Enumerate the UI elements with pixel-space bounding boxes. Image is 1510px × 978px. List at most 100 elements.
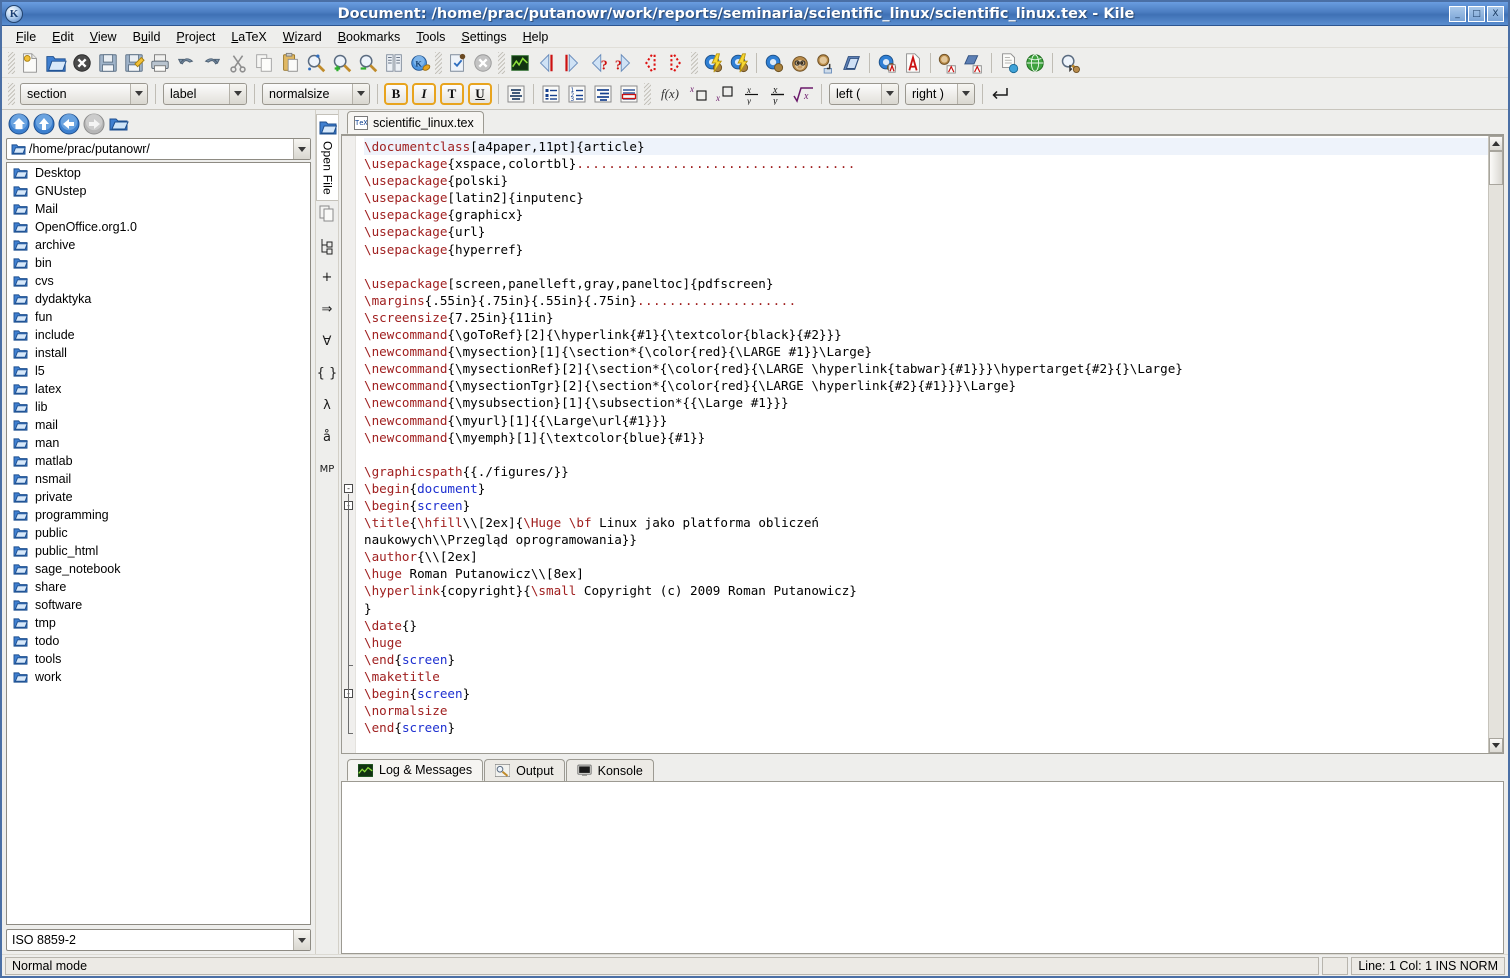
kile-wizard-icon[interactable]: K (407, 50, 433, 76)
previous-error-icon[interactable] (533, 50, 559, 76)
next-badbox-icon[interactable] (663, 50, 689, 76)
latex-icon[interactable] (761, 50, 787, 76)
fontsize-combo[interactable]: normalsize (262, 82, 370, 105)
folder-list-item[interactable]: lib (7, 398, 310, 416)
underline-button[interactable]: U (468, 82, 492, 105)
menu-wizard[interactable]: Wizard (275, 28, 330, 46)
folder-list-item[interactable]: man (7, 434, 310, 452)
right-delimiter-combo[interactable]: right ) (905, 82, 975, 105)
folder-list-item[interactable]: programming (7, 506, 310, 524)
enumerate-button[interactable]: 123 (564, 81, 590, 107)
undo-icon[interactable] (173, 50, 199, 76)
menu-view[interactable]: View (82, 28, 125, 46)
itemize-button[interactable] (538, 81, 564, 107)
ps-to-pdf-icon[interactable] (961, 50, 987, 76)
output-content[interactable] (341, 782, 1504, 954)
menu-file[interactable]: File (8, 28, 44, 46)
menu-project[interactable]: Project (168, 28, 223, 46)
folder-list-item[interactable]: bin (7, 254, 310, 272)
encoding-combo[interactable]: ISO 8859-2 (6, 929, 311, 951)
previous-warning-icon[interactable]: ? (585, 50, 611, 76)
folder-list-item[interactable]: dydaktyka (7, 290, 310, 308)
toolbar-grip[interactable] (691, 51, 698, 74)
subscript-button[interactable]: x (713, 81, 739, 107)
cut-icon[interactable] (225, 50, 251, 76)
menu-edit[interactable]: Edit (44, 28, 82, 46)
next-warning-icon[interactable]: ? (611, 50, 637, 76)
menu-settings[interactable]: Settings (453, 28, 514, 46)
folder-list-item[interactable]: install (7, 344, 310, 362)
menu-bookmarks[interactable]: Bookmarks (330, 28, 409, 46)
folder-list-item[interactable]: sage_notebook (7, 560, 310, 578)
folder-list-item[interactable]: tools (7, 650, 310, 668)
dvi-to-pdf-icon[interactable] (935, 50, 961, 76)
chevron-down-icon[interactable] (293, 139, 310, 159)
ps-viewer-icon[interactable] (839, 50, 865, 76)
document-tab[interactable]: TeX scientific_linux.tex (347, 111, 484, 134)
chevron-down-icon[interactable] (293, 930, 310, 950)
sidebar-tab-files[interactable] (316, 201, 338, 227)
next-error-icon[interactable] (559, 50, 585, 76)
paste-icon[interactable] (277, 50, 303, 76)
folder-list-item[interactable]: Desktop (7, 164, 310, 182)
center-align-button[interactable] (503, 81, 529, 107)
fraction-dfrac-button[interactable]: x y (739, 81, 765, 107)
folder-list-item[interactable]: todo (7, 632, 310, 650)
typewriter-button[interactable]: T (440, 82, 464, 105)
folder-list-item[interactable]: work (7, 668, 310, 686)
menu-build[interactable]: Build (125, 28, 169, 46)
folder-list-item[interactable]: fun (7, 308, 310, 326)
pdf-viewer-icon[interactable] (900, 50, 926, 76)
forward-search-icon[interactable] (1057, 50, 1083, 76)
toolbar-grip[interactable] (498, 51, 505, 74)
sidebar-tab-metapost[interactable]: MP (316, 457, 338, 483)
sidebar-tab-symbols-delimiters[interactable]: { } (316, 361, 338, 387)
folder-list-item[interactable]: mail (7, 416, 310, 434)
open-file-icon[interactable] (43, 50, 69, 76)
folder-list-item[interactable]: OpenOffice.org1.0 (7, 218, 310, 236)
toolbar-grip[interactable] (644, 82, 651, 105)
print-icon[interactable] (147, 50, 173, 76)
sidebar-tab-symbols-relation[interactable]: + (316, 265, 338, 291)
editor-vertical-scrollbar[interactable] (1488, 136, 1503, 753)
folder-list-item[interactable]: software (7, 596, 310, 614)
tab-konsole[interactable]: Konsole (565, 759, 654, 781)
folder-list-item[interactable]: share (7, 578, 310, 596)
save-icon[interactable] (95, 50, 121, 76)
stop-icon[interactable] (470, 50, 496, 76)
sidebar-tab-symbols-special[interactable]: å (316, 425, 338, 451)
maximize-button[interactable]: □ (1468, 5, 1485, 22)
scroll-track[interactable] (1489, 151, 1503, 738)
latex-quick-icon[interactable] (700, 50, 726, 76)
folding-margin[interactable]: --- (342, 136, 356, 753)
sqrt-button[interactable]: x (791, 81, 817, 107)
menu-tools[interactable]: Tools (408, 28, 453, 46)
log-chart-icon[interactable] (507, 50, 533, 76)
code-text-area[interactable]: \documentclass[a4paper,11pt]{article} \us… (356, 136, 1488, 753)
fraction-frac-button[interactable]: x y (765, 81, 791, 107)
sidebar-tab-symbols-greek[interactable]: λ (316, 393, 338, 419)
tab-log-messages[interactable]: Log & Messages (347, 759, 484, 781)
left-delimiter-combo[interactable]: left ( (829, 82, 899, 105)
minimize-button[interactable]: _ (1449, 5, 1466, 22)
dvi-to-ps-icon[interactable] (813, 50, 839, 76)
zoom-out-icon[interactable] (355, 50, 381, 76)
menu-latex[interactable]: LaTeX (223, 28, 274, 46)
folder-list-item[interactable]: GNUstep (7, 182, 310, 200)
folder-list-item[interactable]: tmp (7, 614, 310, 632)
list-environment-button[interactable] (616, 81, 642, 107)
sidebar-tab-symbols-arrow[interactable]: ⇒ (316, 297, 338, 323)
redo-icon[interactable] (199, 50, 225, 76)
section-combo[interactable]: section (20, 82, 148, 105)
folder-list-item[interactable]: public (7, 524, 310, 542)
structure-icon[interactable] (381, 50, 407, 76)
chevron-down-icon[interactable] (352, 83, 369, 104)
sync-folder-button[interactable] (108, 113, 130, 135)
definition-icon[interactable] (444, 50, 470, 76)
toolbar-grip[interactable] (8, 82, 15, 105)
folder-list-item[interactable]: public_html (7, 542, 310, 560)
find-icon[interactable] (303, 50, 329, 76)
folder-list-item[interactable]: matlab (7, 452, 310, 470)
folder-list-item[interactable]: cvs (7, 272, 310, 290)
close-button[interactable]: X (1487, 5, 1504, 22)
